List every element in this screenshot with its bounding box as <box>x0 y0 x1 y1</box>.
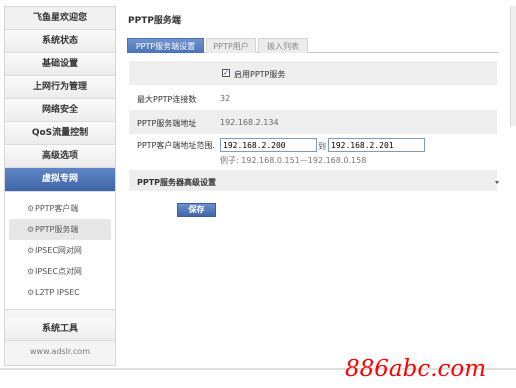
row-server-address: PPTP服务端地址 192.168.2.134 <box>129 110 497 135</box>
row-max-connections: 最大PPTP连接数 32 <box>129 86 497 110</box>
server-address-label: PPTP服务端地址 <box>137 119 197 128</box>
tab-bar: PPTP服务端设置 PPTP用户 拨入列表 <box>127 38 499 53</box>
gear-icon: ⚙ <box>27 267 35 276</box>
range-example-text: 例子: 192.168.0.151—192.168.0.158 <box>220 156 367 165</box>
submenu-label: L2TP IPSEC <box>35 288 80 297</box>
submenu-label: IPSEC点对网 <box>35 267 82 276</box>
row-client-range: PPTP客户端地址范围. 到 例子: 192.168.0.151—192.168… <box>129 135 497 170</box>
sidebar-item-system-status[interactable]: 系统状态 <box>5 30 115 53</box>
submenu-item-pptp-client[interactable]: ⚙ PPTP客户端 <box>9 198 111 219</box>
submenu-item-l2tp-ipsec[interactable]: ⚙ L2TP IPSEC <box>9 282 111 303</box>
gear-icon: ⚙ <box>27 246 35 255</box>
save-button[interactable]: 保存 <box>177 203 216 217</box>
settings-form: ✓ 启用PPTP服务 最大PPTP连接数 32 PPTP服务端地址 192.16… <box>129 61 499 192</box>
submenu-label: IPSEC网对网 <box>35 246 82 255</box>
scrollbar[interactable] <box>510 6 516 126</box>
sidebar-item-vpn[interactable]: 虚拟专网 <box>5 168 115 192</box>
sidebar-item-qos[interactable]: QoS流量控制 <box>5 122 115 145</box>
submenu-label: PPTP客户端 <box>35 204 79 213</box>
range-to-text: 到 <box>318 142 326 151</box>
tab-dial-in-list[interactable]: 拨入列表 <box>258 38 308 53</box>
tab-pptp-server-settings[interactable]: PPTP服务端设置 <box>127 38 204 53</box>
max-connections-label: 最大PPTP连接数 <box>137 95 197 104</box>
sidebar-welcome: 飞鱼星欢迎您 <box>5 7 115 30</box>
row-enable: ✓ 启用PPTP服务 <box>129 61 497 86</box>
sidebar-item-advanced[interactable]: 高级选项 <box>5 145 115 168</box>
sidebar-item-behavior-management[interactable]: 上网行为管理 <box>5 76 115 99</box>
submenu-label: PPTP服务端 <box>35 225 79 234</box>
sidebar-item-system-tools[interactable]: 系统工具 <box>5 318 115 341</box>
client-range-start-input[interactable] <box>220 138 317 152</box>
submenu-item-pptp-server[interactable]: ⚙ PPTP服务端 <box>9 219 111 240</box>
client-range-end-input[interactable] <box>328 138 425 152</box>
advanced-settings-toggle[interactable]: PPTP服务器高级设置 <box>137 177 216 188</box>
chevron-down-icon <box>495 181 499 184</box>
client-range-label: PPTP客户端地址范围. <box>137 141 215 150</box>
vpn-submenu: ⚙ PPTP客户端 ⚙ PPTP服务端 ⚙ IPSEC网对网 ⚙ IPSEC点对… <box>5 192 115 310</box>
submenu-item-ipsec-point-to-net[interactable]: ⚙ IPSEC点对网 <box>9 261 111 282</box>
enable-pptp-label: 启用PPTP服务 <box>234 70 286 79</box>
gear-icon: ⚙ <box>27 288 35 297</box>
gear-icon: ⚙ <box>27 225 35 234</box>
gear-icon: ⚙ <box>27 204 35 213</box>
sidebar-footer-url: www.adslr.com <box>5 341 115 362</box>
sidebar: 飞鱼星欢迎您 系统状态 基础设置 上网行为管理 网络安全 QoS流量控制 高级选… <box>4 6 116 366</box>
submenu-item-ipsec-net-to-net[interactable]: ⚙ IPSEC网对网 <box>9 240 111 261</box>
sidebar-item-basic-settings[interactable]: 基础设置 <box>5 53 115 76</box>
row-advanced-settings[interactable]: PPTP服务器高级设置 <box>129 170 499 192</box>
enable-pptp-checkbox[interactable]: ✓ <box>222 69 230 77</box>
page-title: PPTP服务端 <box>128 16 181 26</box>
server-address-value: 192.168.2.134 <box>220 118 279 127</box>
tab-pptp-users[interactable]: PPTP用户 <box>206 38 256 53</box>
max-connections-value: 32 <box>220 94 231 103</box>
watermark-logo: 886abc.com <box>345 356 487 382</box>
sidebar-item-network-security[interactable]: 网络安全 <box>5 99 115 122</box>
